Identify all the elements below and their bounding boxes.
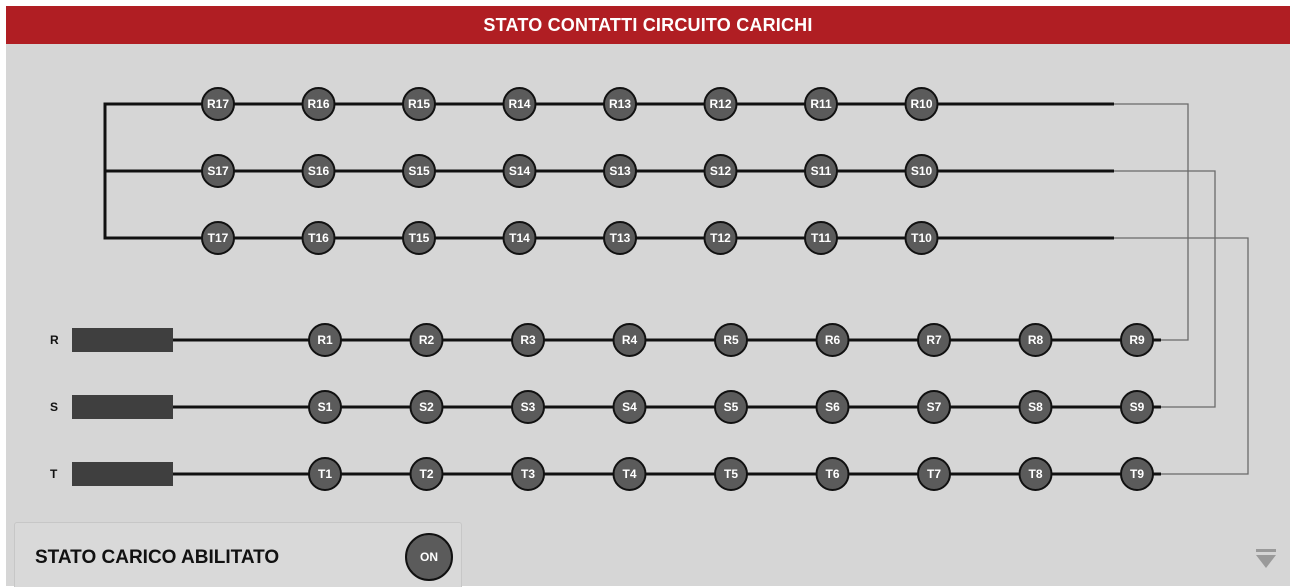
contact-t9[interactable] — [1120, 457, 1154, 491]
contact-t12[interactable] — [703, 221, 738, 255]
contact-t7[interactable] — [917, 457, 951, 491]
phase-label-s: S — [50, 400, 58, 414]
on-button[interactable]: ON — [405, 533, 453, 581]
contact-s4[interactable] — [612, 390, 647, 424]
contact-s7[interactable] — [917, 390, 951, 424]
return-wire-1 — [1114, 103, 1189, 341]
contact-t11[interactable] — [804, 221, 838, 255]
contact-r16[interactable] — [301, 87, 336, 121]
contact-s9[interactable] — [1120, 390, 1154, 424]
return-wire-2 — [1114, 170, 1216, 408]
contact-t8[interactable] — [1018, 457, 1053, 491]
contact-s16[interactable] — [301, 154, 336, 188]
contact-s11[interactable] — [804, 154, 838, 188]
contact-r6[interactable] — [815, 323, 850, 357]
contact-r3[interactable] — [511, 323, 545, 357]
contact-r8[interactable] — [1018, 323, 1053, 357]
status-panel: STATO CARICO ABILITATO ON — [14, 522, 462, 587]
contact-r1[interactable] — [308, 323, 342, 357]
contact-r5[interactable] — [714, 323, 748, 357]
contact-r12[interactable] — [703, 87, 738, 121]
contact-r17[interactable] — [201, 87, 235, 121]
source-block-s — [72, 395, 173, 419]
contact-t15[interactable] — [402, 221, 436, 255]
contact-r9[interactable] — [1120, 323, 1154, 357]
contact-s1[interactable] — [308, 390, 342, 424]
contact-t3[interactable] — [511, 457, 545, 491]
contact-t6[interactable] — [815, 457, 850, 491]
phase-label-t: T — [50, 467, 58, 481]
contact-t10[interactable] — [904, 221, 939, 255]
contact-s3[interactable] — [511, 390, 545, 424]
contact-r7[interactable] — [917, 323, 951, 357]
contact-r15[interactable] — [402, 87, 436, 121]
contact-t5[interactable] — [714, 457, 748, 491]
contact-r14[interactable] — [502, 87, 537, 121]
contact-t16[interactable] — [301, 221, 336, 255]
contact-r2[interactable] — [409, 323, 444, 357]
source-block-r — [72, 328, 173, 352]
contact-r10[interactable] — [904, 87, 939, 121]
contact-s5[interactable] — [714, 390, 748, 424]
contact-t1[interactable] — [308, 457, 342, 491]
contact-s8[interactable] — [1018, 390, 1053, 424]
contact-s12[interactable] — [703, 154, 738, 188]
phase-label-r: R — [50, 333, 59, 347]
contact-s6[interactable] — [815, 390, 850, 424]
contact-t14[interactable] — [502, 221, 537, 255]
status-label: STATO CARICO ABILITATO — [35, 547, 280, 568]
contact-t13[interactable] — [603, 221, 637, 255]
contact-t17[interactable] — [201, 221, 235, 255]
contact-s17[interactable] — [201, 154, 235, 188]
contact-s10[interactable] — [904, 154, 939, 188]
source-block-t — [72, 462, 173, 486]
contact-t4[interactable] — [612, 457, 647, 491]
contact-r13[interactable] — [603, 87, 637, 121]
contact-s13[interactable] — [603, 154, 637, 188]
contact-s2[interactable] — [409, 390, 444, 424]
contact-s15[interactable] — [402, 154, 436, 188]
circuit-diagram: RSTR17 R16 R15 R14 R13 R12 R11 R10S17 S16 S15 S14 S… — [50, 87, 1249, 491]
main-panel: STATO CONTATTI CIRCUITO CARICHI R S T R17 R1… — [6, 6, 1290, 587]
triangle-down-icon[interactable] — [1254, 548, 1278, 572]
contact-r11[interactable] — [804, 87, 838, 121]
contact-t2[interactable] — [409, 457, 444, 491]
contact-r4[interactable] — [612, 323, 647, 357]
contact-s14[interactable] — [502, 154, 537, 188]
